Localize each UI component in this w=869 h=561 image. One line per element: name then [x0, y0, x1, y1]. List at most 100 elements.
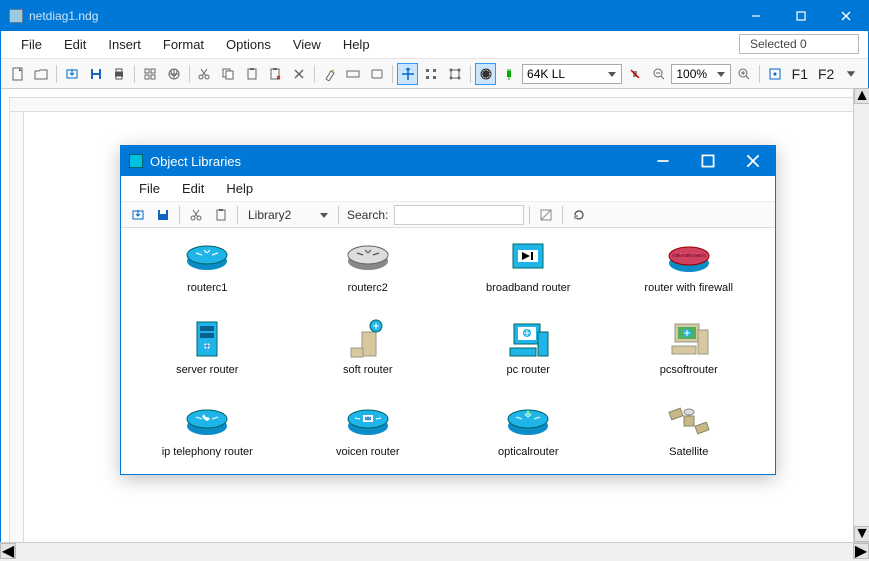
pc-router-icon [504, 318, 552, 362]
menu-insert[interactable]: Insert [98, 33, 151, 56]
copy-icon[interactable] [217, 63, 239, 85]
firewall-router-icon [666, 241, 712, 275]
library-item-router-firewall[interactable]: router with firewall [611, 236, 768, 314]
plug-icon[interactable] [498, 63, 520, 85]
dialog-menu-edit[interactable]: Edit [172, 178, 214, 199]
align-icon[interactable] [420, 63, 442, 85]
library-item-label: router with firewall [644, 282, 733, 294]
separator [189, 65, 190, 83]
library-item-pcsoftrouter[interactable]: pcsoftrouter [611, 318, 768, 396]
separator [237, 206, 238, 224]
line-tool-icon[interactable] [366, 63, 388, 85]
link-speed-value: 64K LL [527, 67, 565, 81]
unplug-icon[interactable] [624, 63, 646, 85]
separator [529, 206, 530, 224]
dropdown-icon[interactable] [840, 63, 862, 85]
distribute-icon[interactable] [444, 63, 466, 85]
library-item-pc-router[interactable]: pc router [450, 318, 607, 396]
dialog-menu-file[interactable]: File [129, 178, 170, 199]
menu-options[interactable]: Options [216, 33, 281, 56]
dialog-app-icon [129, 154, 143, 168]
search-input[interactable] [394, 205, 524, 225]
library-item-satellite[interactable]: Satellite [611, 400, 768, 474]
menu-help[interactable]: Help [333, 33, 380, 56]
separator [759, 65, 760, 83]
zoom-in-icon[interactable] [733, 63, 755, 85]
dialog-menu-help[interactable]: Help [216, 178, 263, 199]
dialog-import-icon[interactable] [127, 204, 149, 226]
menu-format[interactable]: Format [153, 33, 214, 56]
library-body: routerc1 routerc2 broadband router route… [121, 228, 775, 474]
library-item-broadband-router[interactable]: broadband router [450, 236, 607, 314]
scroll-left-icon[interactable]: ◀ [0, 543, 16, 559]
open-icon[interactable] [31, 63, 53, 85]
dialog-title: Object Libraries [150, 154, 241, 169]
library-item-soft-router[interactable]: soft router [290, 318, 447, 396]
library-item-server-router[interactable]: server router [129, 318, 286, 396]
minimize-button[interactable] [733, 1, 778, 31]
menu-file[interactable]: File [11, 33, 52, 56]
ruler-top [10, 98, 859, 112]
library-item-routerc2[interactable]: routerc2 [290, 236, 447, 314]
broadband-router-icon [505, 238, 551, 278]
dialog-cut-icon[interactable] [185, 204, 207, 226]
library-item-label: pcsoftrouter [660, 364, 718, 376]
dotted-globe-icon[interactable] [475, 63, 497, 85]
library-item-voicen-router[interactable]: voicen router [290, 400, 447, 474]
print-icon[interactable] [109, 63, 131, 85]
link-speed-combo[interactable]: 64K LL [522, 64, 622, 84]
f1-label[interactable]: F1 [788, 66, 812, 82]
scroll-up-icon[interactable]: ▲ [854, 88, 869, 104]
f2-label[interactable]: F2 [814, 66, 838, 82]
scroll-right-icon[interactable]: ▶ [853, 543, 869, 559]
paste-special-icon[interactable] [265, 63, 287, 85]
separator [56, 65, 57, 83]
vertical-scrollbar[interactable]: ▲ ▼ [853, 88, 869, 542]
dialog-minimize-button[interactable] [640, 146, 685, 176]
snap-toggle-icon[interactable] [397, 63, 419, 85]
main-toolbar: 64K LL 100% F1 F2 [1, 59, 868, 89]
library-item-label: soft router [343, 364, 393, 376]
library-item-label: routerc1 [187, 282, 227, 294]
library-item-optical-router[interactable]: opticalrouter [450, 400, 607, 474]
scroll-down-icon[interactable]: ▼ [854, 526, 869, 542]
dialog-paste-icon[interactable] [210, 204, 232, 226]
paste-icon[interactable] [241, 63, 263, 85]
pcsoftrouter-icon [665, 318, 713, 362]
text-tool-icon[interactable] [342, 63, 364, 85]
library-item-routerc1[interactable]: routerc1 [129, 236, 286, 314]
new-icon[interactable] [7, 63, 29, 85]
fit-window-icon[interactable] [764, 63, 786, 85]
grid-icon[interactable] [139, 63, 161, 85]
library-item-label: voicen router [336, 446, 400, 458]
ip-telephony-icon [184, 406, 230, 438]
zoom-combo[interactable]: 100% [671, 64, 731, 84]
refresh-icon[interactable] [568, 204, 590, 226]
app-icon [9, 9, 23, 23]
maximize-button[interactable] [778, 1, 823, 31]
dialog-maximize-button[interactable] [685, 146, 730, 176]
menu-view[interactable]: View [283, 33, 331, 56]
format-painter-icon[interactable] [319, 63, 341, 85]
cut-icon[interactable] [194, 63, 216, 85]
router-icon [184, 243, 230, 273]
zoom-out-icon[interactable] [648, 63, 670, 85]
dialog-close-button[interactable] [730, 146, 775, 176]
library-combo[interactable]: Library2 [243, 205, 333, 225]
horizontal-scrollbar[interactable]: ◀ ▶ [0, 542, 869, 558]
main-menubar: File Edit Insert Format Options View Hel… [1, 31, 868, 59]
delete-icon[interactable] [288, 63, 310, 85]
clear-search-icon[interactable] [535, 204, 557, 226]
optical-router-icon [505, 406, 551, 438]
globe-icon[interactable] [163, 63, 185, 85]
save-icon[interactable] [85, 63, 107, 85]
separator [470, 65, 471, 83]
import-icon[interactable] [61, 63, 83, 85]
separator [392, 65, 393, 83]
menu-edit[interactable]: Edit [54, 33, 96, 56]
library-item-ip-telephony-router[interactable]: ip telephony router [129, 400, 286, 474]
library-item-label: ip telephony router [162, 446, 253, 458]
soft-router-icon [346, 318, 390, 362]
close-button[interactable] [823, 1, 868, 31]
dialog-save-icon[interactable] [152, 204, 174, 226]
